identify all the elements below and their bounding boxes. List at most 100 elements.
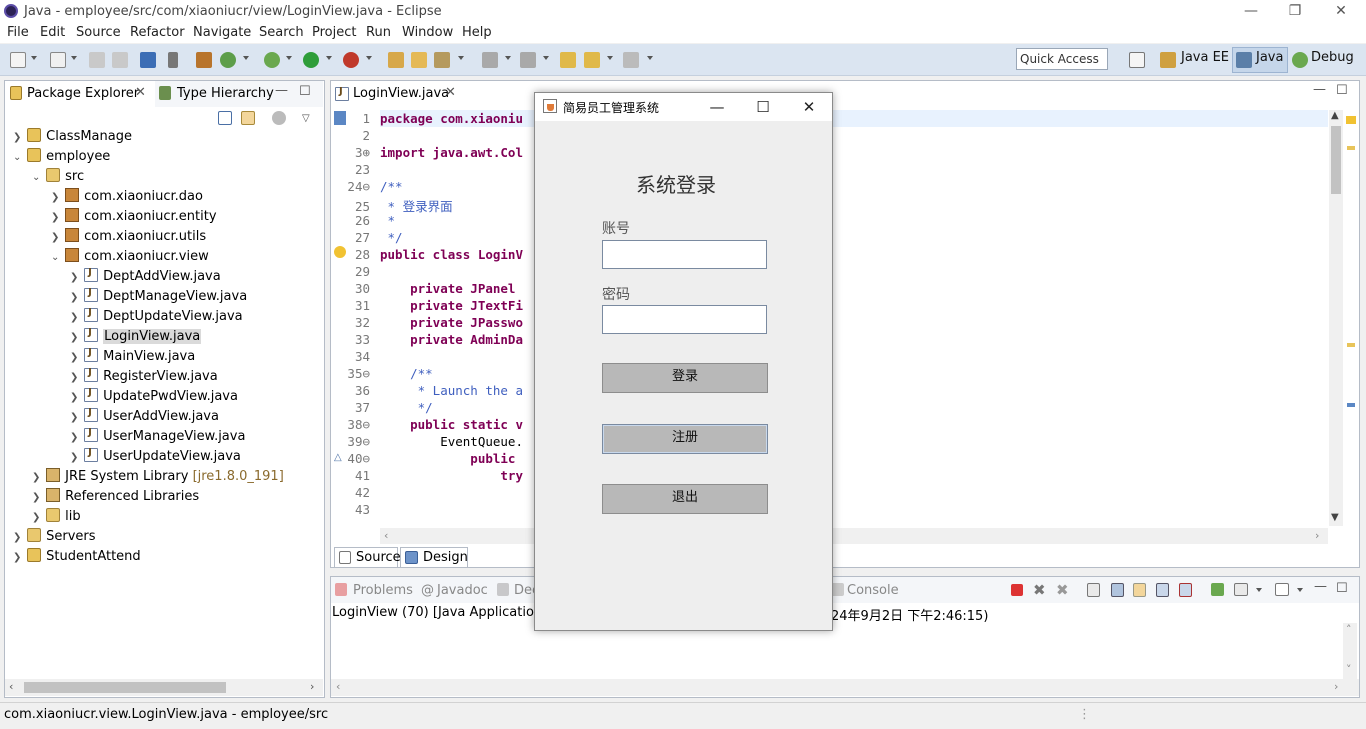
chevron-right-icon[interactable]: ❯ [32, 512, 42, 523]
scroll-right-icon[interactable]: › [1315, 529, 1319, 542]
last-edit-icon[interactable] [560, 52, 576, 68]
show-stdout-icon[interactable] [1156, 583, 1169, 597]
menu-navigate[interactable]: Navigate [193, 25, 251, 40]
tree-item-employee[interactable]: ⌄ employee [13, 148, 110, 168]
menu-window[interactable]: Window [402, 25, 453, 40]
menu-help[interactable]: Help [462, 25, 492, 40]
previous-annotation-dropdown-icon[interactable] [543, 56, 549, 60]
tree-item-classmanage[interactable]: ❯ ClassManage [13, 128, 132, 148]
editor-tab-loginview[interactable]: LoginView.java ✕ [331, 81, 463, 107]
external-tools-dropdown-icon[interactable] [366, 56, 372, 60]
link-with-editor-icon[interactable] [241, 111, 255, 125]
tree-item-registerview[interactable]: ❯ RegisterView.java [70, 367, 218, 388]
menu-source[interactable]: Source [76, 25, 121, 40]
chevron-right-icon[interactable]: ❯ [32, 492, 42, 503]
debug-icon[interactable] [264, 52, 280, 68]
word-wrap-icon[interactable] [1133, 583, 1146, 597]
external-tools-icon[interactable] [343, 52, 359, 68]
overview-warning-marker[interactable] [1347, 146, 1355, 150]
tree-item-deptaddview[interactable]: ❯ DeptAddView.java [70, 267, 221, 288]
scroll-down-icon[interactable]: ▼ [1331, 512, 1339, 523]
chevron-right-icon[interactable]: ❯ [70, 352, 80, 363]
tab-console[interactable]: Console [847, 583, 899, 598]
perspective-java-ee[interactable]: Java EE [1181, 50, 1229, 65]
clear-console-icon[interactable] [1087, 583, 1100, 597]
chevron-right-icon[interactable]: ❯ [70, 432, 80, 443]
forward-dropdown-icon[interactable] [647, 56, 653, 60]
chevron-right-icon[interactable]: ❯ [70, 412, 80, 423]
package-explorer-tab[interactable]: Package Explorer ✕ [5, 81, 155, 107]
new-wizard-icon[interactable] [50, 52, 66, 68]
dialog-maximize-button[interactable]: ☐ [741, 96, 785, 118]
exit-button[interactable]: 退出 [602, 484, 768, 514]
back-icon[interactable] [584, 52, 600, 68]
scroll-thumb[interactable] [1331, 126, 1341, 194]
chevron-right-icon[interactable]: ❯ [51, 232, 61, 243]
scroll-left-icon[interactable]: ‹ [384, 529, 388, 542]
tab-source[interactable]: Source [334, 547, 401, 568]
save-all-icon[interactable] [112, 52, 128, 68]
scroll-right-icon[interactable]: › [310, 680, 314, 693]
save-icon[interactable] [89, 52, 105, 68]
scroll-left-icon[interactable]: ‹ [9, 680, 13, 693]
remove-all-icon[interactable]: ✖ [1056, 581, 1069, 599]
chevron-right-icon[interactable]: ❯ [70, 392, 80, 403]
back-dropdown-icon[interactable] [607, 56, 613, 60]
chevron-right-icon[interactable]: ❯ [51, 212, 61, 223]
minimize-window-button[interactable]: — [1228, 0, 1274, 23]
package-explorer-hscrollbar[interactable]: ‹ › [5, 679, 323, 696]
tree-item-package-dao[interactable]: ❯ com.xiaoniucr.dao [51, 188, 203, 208]
editor-vscrollbar[interactable]: ▲ ▼ [1329, 110, 1343, 526]
view-menu-icon[interactable]: ▽ [302, 113, 310, 124]
close-window-button[interactable]: ✕ [1318, 0, 1364, 23]
tree-item-jre-library[interactable]: ❯ JRE System Library [jre1.8.0_191] [32, 468, 284, 488]
focus-task-icon[interactable] [272, 111, 286, 125]
menu-search[interactable]: Search [259, 25, 304, 40]
tree-item-lib[interactable]: ❯ lib [32, 508, 81, 528]
pin-console-icon[interactable] [1211, 583, 1224, 596]
forward-icon[interactable] [623, 52, 639, 68]
register-button[interactable]: 注册 [602, 424, 768, 454]
previous-annotation-icon[interactable] [520, 52, 536, 68]
refresh-icon[interactable] [220, 52, 236, 68]
tree-item-referenced-libraries[interactable]: ❯ Referenced Libraries [32, 488, 199, 508]
overview-bookmark-marker[interactable] [1347, 403, 1355, 407]
maximize-editor-icon[interactable]: ☐ [1336, 83, 1348, 98]
tab-design[interactable]: Design [400, 547, 468, 568]
debug-dropdown-icon[interactable] [286, 56, 292, 60]
tree-item-studentattend[interactable]: ❯ StudentAttend [13, 548, 141, 568]
tab-javadoc[interactable]: Javadoc [437, 583, 488, 598]
tree-item-deptupdateview[interactable]: ❯ DeptUpdateView.java [70, 307, 243, 328]
skip-breakpoints-icon[interactable] [168, 52, 178, 68]
tree-item-package-utils[interactable]: ❯ com.xiaoniucr.utils [51, 228, 206, 248]
next-annotation-icon[interactable] [482, 52, 498, 68]
scroll-thumb[interactable] [24, 682, 226, 693]
account-input[interactable] [602, 240, 767, 269]
chevron-right-icon[interactable]: ❯ [70, 452, 80, 463]
new-icon[interactable] [10, 52, 26, 68]
collapse-all-icon[interactable] [218, 111, 232, 125]
minimize-console-icon[interactable]: — [1314, 579, 1327, 594]
tree-item-userupdateview[interactable]: ❯ UserUpdateView.java [70, 447, 241, 468]
chevron-down-icon[interactable]: ⌄ [51, 252, 61, 263]
menu-run[interactable]: Run [366, 25, 391, 40]
close-icon[interactable]: ✕ [135, 85, 146, 100]
menu-refactor[interactable]: Refactor [130, 25, 185, 40]
scroll-down-icon[interactable]: ˅ [1346, 663, 1352, 676]
chevron-right-icon[interactable]: ❯ [70, 272, 80, 283]
scroll-lock-icon[interactable] [1111, 583, 1124, 597]
minimize-view-icon[interactable]: — [275, 83, 288, 98]
scroll-up-icon[interactable]: ˄ [1346, 623, 1352, 636]
display-console-dropdown-icon[interactable] [1256, 588, 1262, 592]
chevron-right-icon[interactable]: ❯ [13, 132, 23, 143]
maximize-console-icon[interactable]: ☐ [1336, 581, 1348, 596]
quick-access-input[interactable]: Quick Access [1016, 48, 1108, 70]
show-stderr-icon[interactable] [1179, 583, 1192, 597]
scroll-up-icon[interactable]: ▲ [1331, 110, 1339, 121]
tree-item-src[interactable]: ⌄ src [32, 168, 84, 188]
restore-window-button[interactable]: ❐ [1272, 0, 1318, 23]
chevron-right-icon[interactable]: ❯ [13, 532, 23, 543]
perspective-java[interactable]: Java [1256, 50, 1283, 65]
dialog-close-button[interactable]: ✕ [787, 96, 831, 118]
tree-item-loginview[interactable]: ❯ LoginView.java [70, 327, 202, 348]
